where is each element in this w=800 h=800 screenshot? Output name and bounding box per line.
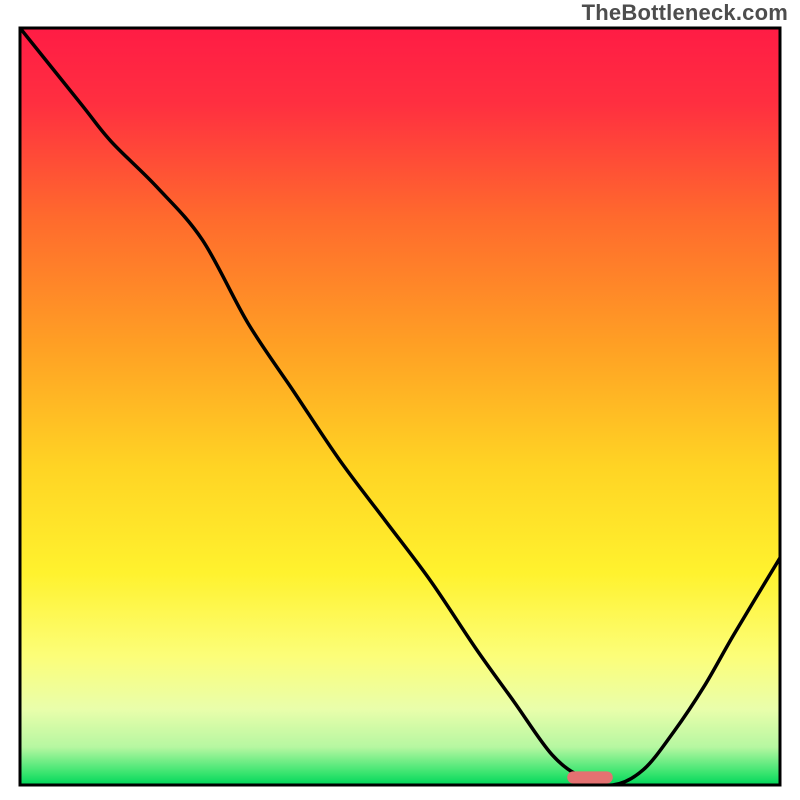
watermark-text: TheBottleneck.com — [582, 0, 788, 26]
bottleneck-chart — [0, 0, 800, 800]
chart-container: TheBottleneck.com — [0, 0, 800, 800]
gradient-background — [20, 28, 780, 785]
optimal-marker — [567, 771, 613, 783]
